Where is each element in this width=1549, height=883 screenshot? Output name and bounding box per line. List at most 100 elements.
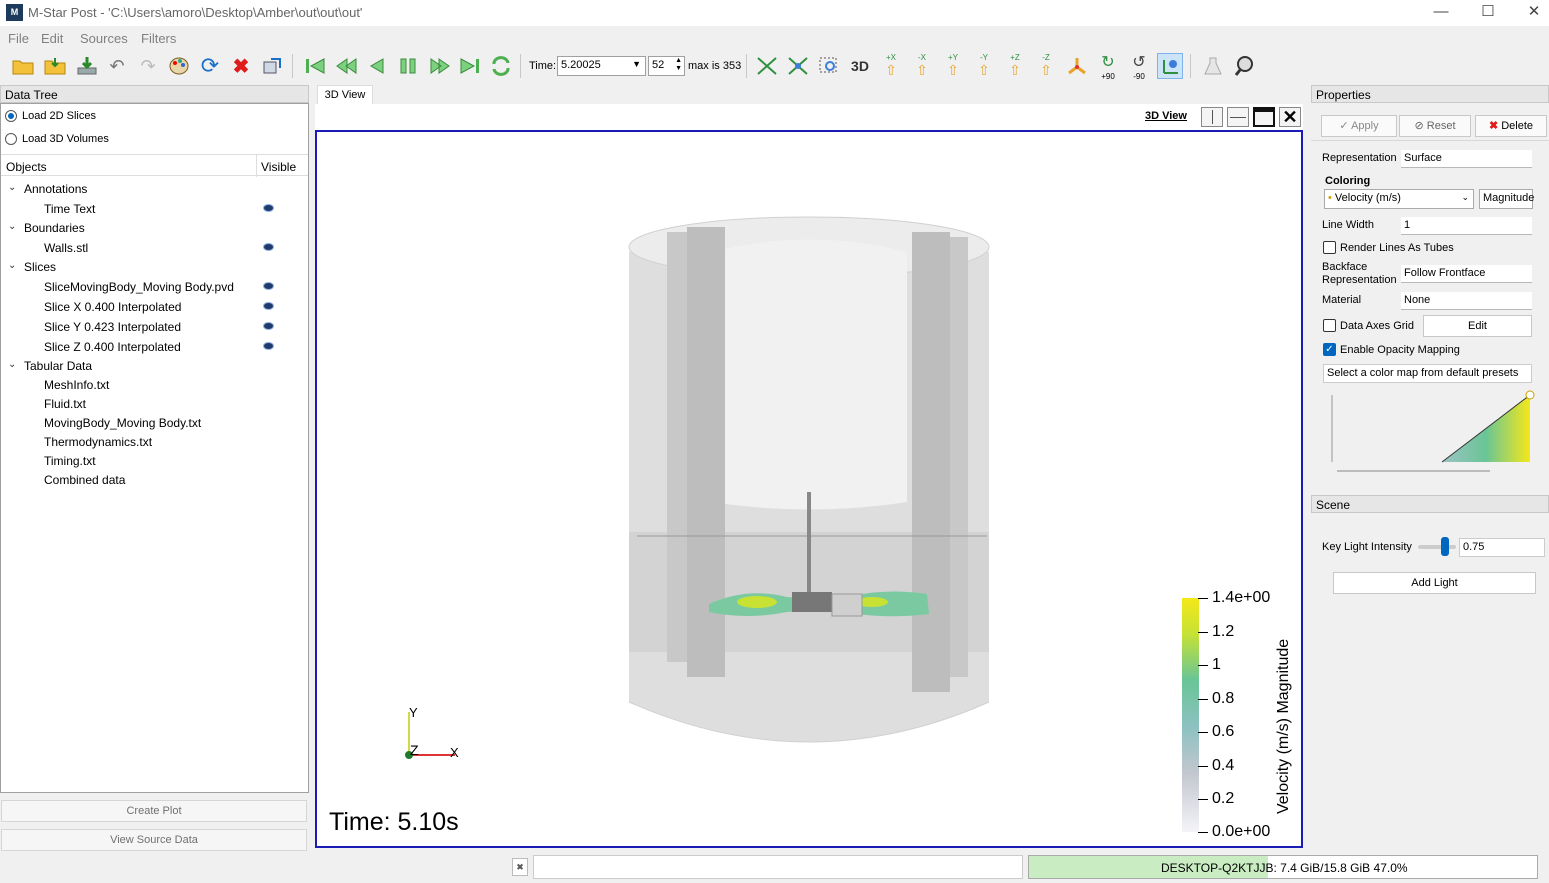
menu-file[interactable]: File [8,31,29,46]
load-3d-radio[interactable] [5,133,17,145]
tree-group-annotations[interactable]: Annotations [24,182,87,196]
data-axes-grid-checkbox[interactable] [1323,319,1336,332]
play-forward-icon[interactable] [426,53,452,79]
render-view[interactable]: Y Z X Time: 5.10s 1.4e+00 1.2 1 0.8 0.6 … [315,130,1303,848]
create-plot-button[interactable]: Create Plot [1,800,307,822]
tree-item-timing[interactable]: Timing.txt [44,454,96,468]
open-data-icon[interactable] [42,53,68,79]
isometric-view-icon[interactable] [1064,53,1090,79]
pause-icon[interactable] [395,53,421,79]
tree-item-slice-z[interactable]: Slice Z 0.400 Interpolated [44,340,181,354]
first-frame-icon[interactable] [302,53,328,79]
key-light-input[interactable]: 0.75 [1459,538,1545,557]
line-width-input[interactable]: 1 [1401,217,1532,235]
magnifier-sphere-icon[interactable] [1231,53,1257,79]
orientation-axes-toggle-icon[interactable] [1157,53,1183,79]
clear-status-icon[interactable]: ✖ [512,858,528,876]
tree-item-time-text[interactable]: Time Text [44,202,95,216]
visibility-eye-icon[interactable] [263,204,274,212]
delete-button[interactable]: ✖ Delete [1475,115,1547,137]
reset-button[interactable]: ⊘ Reset [1399,115,1471,137]
opacity-control-point[interactable] [1525,390,1535,400]
tree-item-slice-x[interactable]: Slice X 0.400 Interpolated [44,300,181,314]
chevron-down-icon[interactable]: ⌄ [8,359,16,370]
undo-icon[interactable]: ↶ [104,53,130,79]
delete-x-icon[interactable]: ✖ [228,53,254,79]
time-select[interactable]: 5.20025 ▼ [557,56,646,76]
tree-group-tabular-data[interactable]: Tabular Data [24,359,92,373]
tree-item-movingbody[interactable]: MovingBody_Moving Body.txt [44,416,201,430]
representation-select[interactable]: Surface [1401,150,1532,168]
view-minus-x-icon[interactable]: -X ⇧ [909,53,935,79]
refresh-icon[interactable]: ⟳ [197,53,223,79]
open-folder-icon[interactable] [10,53,36,79]
visibility-eye-icon[interactable] [263,282,274,290]
timestep-spinbox[interactable]: 52 ▲ ▼ [648,56,685,76]
view-minus-y-icon[interactable]: -Y ⇧ [971,53,997,79]
loop-icon[interactable] [488,53,514,79]
tree-item-fluid[interactable]: Fluid.txt [44,397,86,411]
key-light-slider-track[interactable] [1418,545,1456,549]
previous-frame-icon[interactable] [333,53,359,79]
visibility-eye-icon[interactable] [263,302,274,310]
split-vertical-icon[interactable] [1227,107,1249,127]
zoom-box-icon[interactable] [816,53,842,79]
tree-item-thermodynamics[interactable]: Thermodynamics.txt [44,435,152,449]
last-frame-icon[interactable] [457,53,483,79]
view-plus-x-icon[interactable]: +X ⇧ [878,53,904,79]
zoom-to-data-icon[interactable] [785,53,811,79]
flask-icon[interactable] [1200,53,1226,79]
edit-axes-button[interactable]: Edit [1423,315,1532,337]
coloring-mode-select[interactable]: Magnitude [1479,189,1534,209]
reset-camera-icon[interactable] [754,53,780,79]
add-light-button[interactable]: Add Light [1333,572,1536,594]
tree-item-combined-data[interactable]: Combined data [44,473,125,487]
apply-button[interactable]: ✓ Apply [1321,115,1397,137]
spin-arrows-icon[interactable]: ▲ ▼ [675,57,682,73]
close-window-button[interactable]: ✕ [1511,0,1549,26]
load-2d-label[interactable]: Load 2D Slices [22,110,96,122]
load-2d-radio[interactable] [5,110,17,122]
minimize-button[interactable]: — [1418,0,1464,26]
maximize-button[interactable]: ☐ [1465,0,1511,26]
tree-group-boundaries[interactable]: Boundaries [24,221,85,235]
view-plus-y-icon[interactable]: +Y ⇧ [940,53,966,79]
view-type-link[interactable]: 3D View [1145,110,1187,122]
chevron-down-icon[interactable]: ⌄ [8,182,16,193]
opacity-transfer-editor[interactable] [1325,390,1535,475]
maximize-view-icon[interactable] [1253,107,1275,127]
tree-item-slice-y[interactable]: Slice Y 0.423 Interpolated [44,320,181,334]
load-3d-label[interactable]: Load 3D Volumes [22,133,109,145]
menu-sources[interactable]: Sources [80,31,128,46]
rotate-plus-90-icon[interactable]: ↻ +90 [1095,53,1121,81]
close-view-icon[interactable]: ✕ [1279,107,1301,127]
save-download-icon[interactable] [74,53,100,79]
rotate-minus-90-icon[interactable]: ↺ -90 [1126,53,1152,81]
play-backward-icon[interactable] [364,53,390,79]
view-plus-z-icon[interactable]: +Z ⇧ [1002,53,1028,79]
visibility-eye-icon[interactable] [263,342,274,350]
view-minus-z-icon[interactable]: -Z ⇧ [1033,53,1059,79]
enable-opacity-checkbox[interactable]: ✓ [1323,343,1336,356]
tree-item-slice-moving-body[interactable]: SliceMovingBody_Moving Body.pvd [44,280,234,294]
colormap-preset-select[interactable]: Select a color map from default presets [1323,364,1532,383]
menu-edit[interactable]: Edit [41,31,63,46]
material-select[interactable]: None [1401,292,1532,310]
visibility-eye-icon[interactable] [263,322,274,330]
menu-filters[interactable]: Filters [141,31,176,46]
visibility-eye-icon[interactable] [263,243,274,251]
chevron-down-icon[interactable]: ⌄ [8,221,16,232]
tree-group-slices[interactable]: Slices [24,260,56,274]
render-tubes-checkbox[interactable] [1323,241,1336,254]
palette-icon[interactable] [166,53,192,79]
settings-link-icon[interactable] [259,53,285,79]
tab-3d-view[interactable]: 3D View [317,85,373,104]
backface-select[interactable]: Follow Frontface [1401,265,1532,283]
coloring-select[interactable]: • Velocity (m/s) ⌄ [1324,189,1474,209]
view-source-data-button[interactable]: View Source Data [1,829,307,851]
redo-icon[interactable]: ↷ [135,53,161,79]
chevron-down-icon[interactable]: ⌄ [8,260,16,271]
view-3d-button[interactable]: 3D [847,53,873,79]
key-light-slider-thumb[interactable] [1441,537,1449,556]
split-horizontal-icon[interactable] [1201,107,1223,127]
